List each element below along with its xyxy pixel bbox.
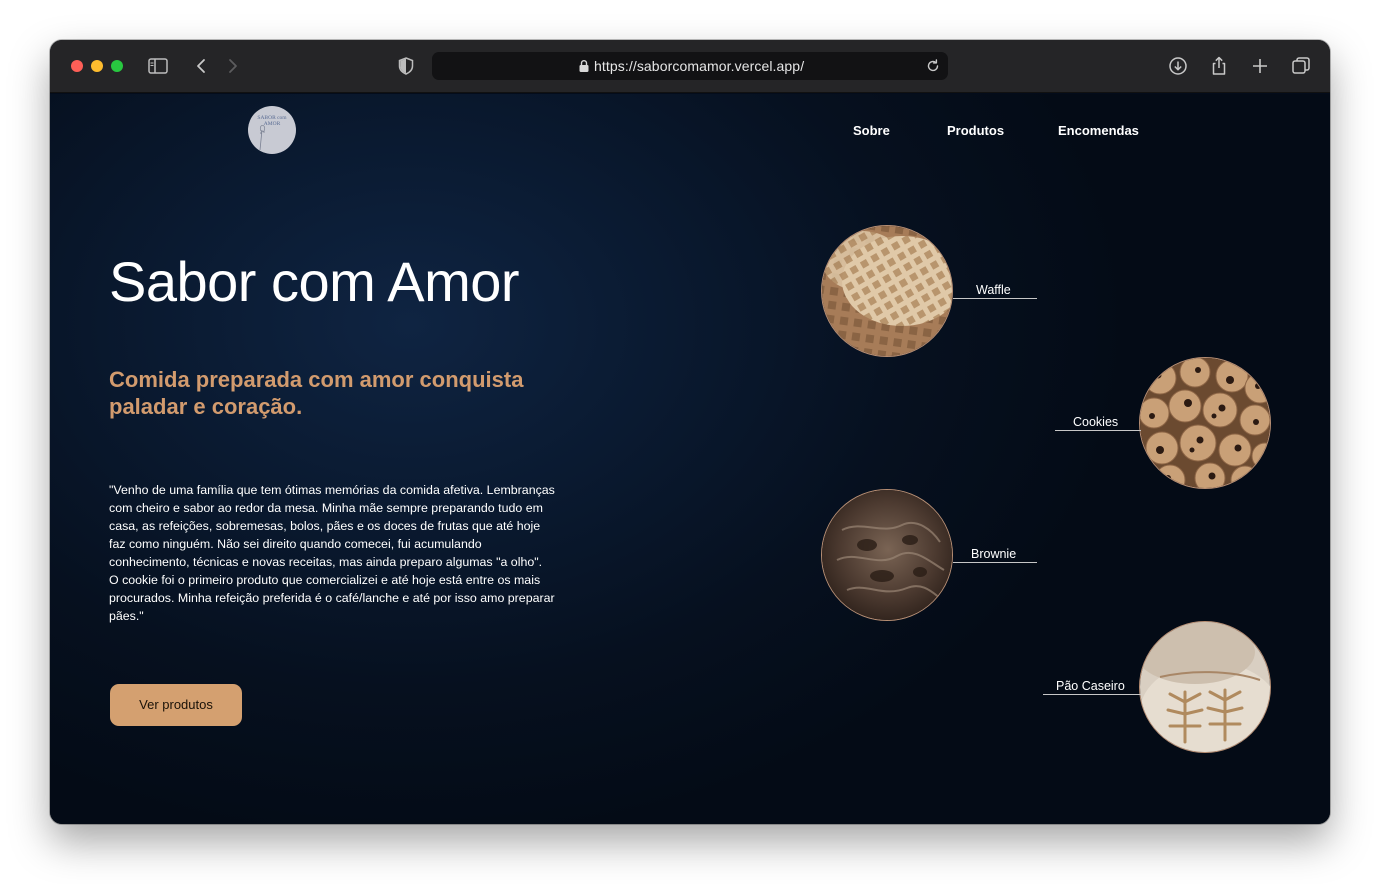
pao-caseiro-image[interactable] — [1139, 621, 1271, 753]
new-tab-icon[interactable] — [1249, 55, 1271, 77]
waffle-label: Waffle — [976, 283, 1011, 297]
url-text: https://saborcomamor.vercel.app/ — [594, 58, 805, 74]
minimize-window-button[interactable] — [91, 60, 103, 72]
sidebar-toggle-icon[interactable] — [147, 55, 169, 77]
nav-produtos[interactable]: Produtos — [947, 123, 1004, 138]
address-bar[interactable]: https://saborcomamor.vercel.app/ — [432, 52, 948, 80]
waffle-connector-line — [953, 298, 1037, 299]
reload-icon[interactable] — [924, 57, 942, 75]
nav-encomendas[interactable]: Encomendas — [1058, 123, 1139, 138]
cookies-connector-line — [1055, 430, 1141, 431]
downloads-icon[interactable] — [1167, 55, 1189, 77]
back-icon[interactable] — [190, 55, 212, 77]
cookies-image[interactable] — [1139, 357, 1271, 489]
share-icon[interactable] — [1208, 55, 1230, 77]
hero-title: Sabor com Amor — [109, 250, 520, 313]
pao-caseiro-label: Pão Caseiro — [1056, 679, 1125, 693]
brownie-label: Brownie — [971, 547, 1017, 561]
site-logo[interactable]: SABOR com AMOR — [248, 106, 296, 154]
hero-description: "Venho de uma família que tem ótimas mem… — [109, 483, 555, 623]
browser-window: https://saborcomamor.vercel.app/ SABOR c… — [50, 40, 1330, 824]
pao-caseiro-connector-line — [1043, 694, 1141, 695]
privacy-shield-icon[interactable] — [395, 55, 417, 77]
cookies-label: Cookies — [1073, 415, 1119, 429]
tab-overview-icon[interactable] — [1290, 55, 1312, 77]
logo-text-line2: AMOR — [264, 121, 281, 127]
forward-icon[interactable] — [222, 55, 244, 77]
close-window-button[interactable] — [71, 60, 83, 72]
page-content: SABOR com AMOR Sobre Produtos Encomendas… — [50, 94, 1330, 824]
zoom-window-button[interactable] — [111, 60, 123, 72]
waffle-image[interactable] — [821, 225, 953, 357]
hero-subtitle: Comida preparada com amor conquista pala… — [109, 367, 524, 419]
brownie-image[interactable] — [821, 489, 953, 621]
lock-icon — [579, 60, 589, 72]
ver-produtos-button[interactable]: Ver produtos — [110, 684, 242, 726]
nav-sobre[interactable]: Sobre — [853, 123, 890, 138]
brownie-connector-line — [953, 562, 1037, 563]
browser-toolbar: https://saborcomamor.vercel.app/ — [50, 40, 1330, 93]
logo-whisk-icon — [259, 124, 266, 151]
